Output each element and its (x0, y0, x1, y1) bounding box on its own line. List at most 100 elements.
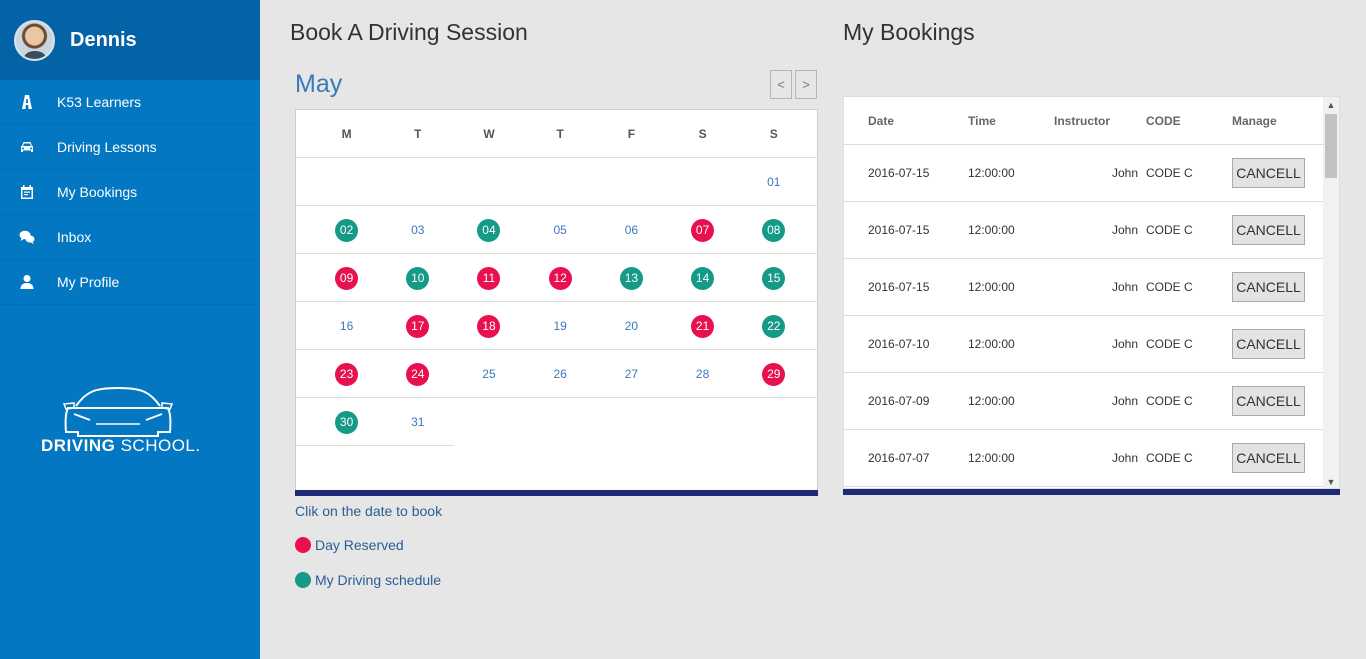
table-header-row: Date Time Instructor CODE Manage (844, 97, 1324, 145)
calendar-day[interactable]: 13 (596, 254, 667, 302)
reserved-day-marker: 21 (691, 314, 715, 338)
sidebar-item-k53-learners[interactable]: K53 Learners (0, 80, 260, 125)
calendar-day[interactable]: 01 (738, 158, 809, 206)
calendar-day[interactable]: 19 (525, 302, 596, 350)
manage-cell: CANCELL (1232, 259, 1312, 315)
table-row: 2016-07-15 12:00:00 John CODE C CANCELL (844, 259, 1324, 316)
calendar-day[interactable]: 22 (738, 302, 809, 350)
calendar-day[interactable]: 23 (311, 350, 382, 398)
prev-month-button[interactable]: < (770, 70, 792, 99)
calendar-day[interactable]: 30 (311, 398, 382, 446)
code-cell: CODE C (1146, 166, 1193, 180)
car-icon (0, 139, 57, 155)
schedule-dot-icon (295, 572, 311, 588)
calendar-day[interactable]: 31 (382, 398, 453, 446)
calendar-day[interactable]: 29 (738, 350, 809, 398)
calendar-week-row: 01 (296, 158, 817, 206)
calendar-day[interactable]: 05 (525, 206, 596, 254)
scrollbar[interactable]: ▲ ▼ (1323, 97, 1339, 488)
calendar-day[interactable]: 03 (382, 206, 453, 254)
weekday-label: S (698, 127, 707, 141)
calendar-day[interactable]: 14 (667, 254, 738, 302)
calendar-day[interactable]: 28 (667, 350, 738, 398)
scroll-up-icon[interactable]: ▲ (1323, 97, 1339, 113)
weekday-label: M (341, 127, 352, 141)
calendar-day[interactable]: 21 (667, 302, 738, 350)
bookings-footer-bar (843, 489, 1340, 495)
weekday-label: T (556, 127, 564, 141)
table-row: 2016-07-10 12:00:00 John CODE C CANCELL (844, 316, 1324, 373)
calendar-day[interactable]: 15 (738, 254, 809, 302)
scheduled-day-marker: 10 (406, 266, 430, 290)
calendar-day[interactable]: 12 (525, 254, 596, 302)
user-header: Dennis (0, 0, 260, 80)
manage-cell: CANCELL (1232, 430, 1312, 486)
reserved-day-marker: 07 (691, 218, 715, 242)
calendar-day[interactable]: 08 (738, 206, 809, 254)
sidebar-item-driving-lessons[interactable]: Driving Lessons (0, 125, 260, 170)
calendar-week-row: 23 24 25 26 27 28 29 (296, 350, 817, 398)
calendar-day[interactable]: 11 (453, 254, 524, 302)
reserved-day-marker: 17 (406, 314, 430, 338)
calendar-day[interactable]: 02 (311, 206, 382, 254)
calendar-grid: M T W T F S S 01 02 03 04 05 06 07 08 09 10 11 12 13 14 15 16 1… (295, 109, 818, 496)
table-row: 2016-07-15 12:00:00 John CODE C CANCELL (844, 202, 1324, 259)
scroll-thumb[interactable] (1325, 114, 1337, 178)
date-cell: 2016-07-09 (868, 394, 930, 408)
calendar-day[interactable]: 17 (382, 302, 453, 350)
cancel-booking-button[interactable]: CANCELL (1232, 443, 1305, 473)
calendar-day[interactable]: 26 (525, 350, 596, 398)
sidebar-item-my-bookings[interactable]: My Bookings (0, 170, 260, 215)
calendar-day[interactable]: 25 (453, 350, 524, 398)
scheduled-day-marker: 02 (335, 218, 359, 242)
calendar-day[interactable]: 24 (382, 350, 453, 398)
calendar-icon (0, 184, 57, 200)
cancel-booking-button[interactable]: CANCELL (1232, 386, 1305, 416)
cancel-booking-button[interactable]: CANCELL (1232, 158, 1305, 188)
calendar-day[interactable]: 20 (596, 302, 667, 350)
sidebar-item-label: K53 Learners (57, 94, 142, 110)
cancel-booking-button[interactable]: CANCELL (1232, 272, 1305, 302)
calendar-day[interactable]: 06 (596, 206, 667, 254)
reserved-day-marker: 23 (335, 362, 359, 386)
calendar-day[interactable]: 04 (453, 206, 524, 254)
calendar-week-row: 16 17 18 19 20 21 22 (296, 302, 817, 350)
cancel-booking-button[interactable]: CANCELL (1232, 329, 1305, 359)
bookings-table: 2016-07-15 12:00:00 John CODE C CANCELL 2016-… (843, 96, 1340, 489)
scheduled-day-marker: 15 (762, 266, 786, 290)
calendar-day[interactable]: 16 (311, 302, 382, 350)
time-cell: 12:00:00 (968, 337, 1015, 351)
legend-label: My Driving schedule (315, 572, 442, 588)
calendar-day[interactable]: 07 (667, 206, 738, 254)
calendar-month: May (295, 70, 343, 98)
manage-cell: CANCELL (1232, 373, 1312, 429)
reserved-day-marker: 29 (762, 362, 786, 386)
calendar-day[interactable]: 09 (311, 254, 382, 302)
code-cell: CODE C (1146, 223, 1193, 237)
legend-schedule: My Driving schedule (295, 572, 441, 588)
road-icon (0, 94, 57, 110)
calendar-day[interactable]: 18 (453, 302, 524, 350)
instructor-cell: John (1111, 223, 1138, 237)
scroll-down-icon[interactable]: ▼ (1323, 474, 1339, 488)
next-month-button[interactable]: > (795, 70, 817, 99)
avatar[interactable] (14, 19, 55, 61)
calendar-week-row: 30 31 (296, 398, 454, 446)
reserved-day-marker: 09 (335, 266, 359, 290)
weekday-label: S (769, 127, 778, 141)
user-icon (0, 274, 57, 290)
sidebar-item-label: Driving Lessons (57, 139, 157, 155)
cancel-booking-button[interactable]: CANCELL (1232, 215, 1305, 245)
calendar-weekday-row: MTWTFSS (296, 110, 817, 158)
table-row: 2016-07-15 12:00:00 John CODE C CANCELL (844, 145, 1324, 202)
scheduled-day-marker: 04 (477, 218, 501, 242)
calendar-day[interactable]: 10 (382, 254, 453, 302)
calendar-day[interactable]: 27 (596, 350, 667, 398)
table-row: 2016-07-09 12:00:00 John CODE C CANCELL (844, 373, 1324, 430)
sidebar-item-my-profile[interactable]: My Profile (0, 260, 260, 305)
reserved-day-marker: 18 (477, 314, 501, 338)
reserved-day-marker: 11 (477, 266, 501, 290)
manage-cell: CANCELL (1232, 202, 1312, 258)
sidebar-item-inbox[interactable]: Inbox (0, 215, 260, 260)
calendar-week-row: 09 10 11 12 13 14 15 (296, 254, 817, 302)
